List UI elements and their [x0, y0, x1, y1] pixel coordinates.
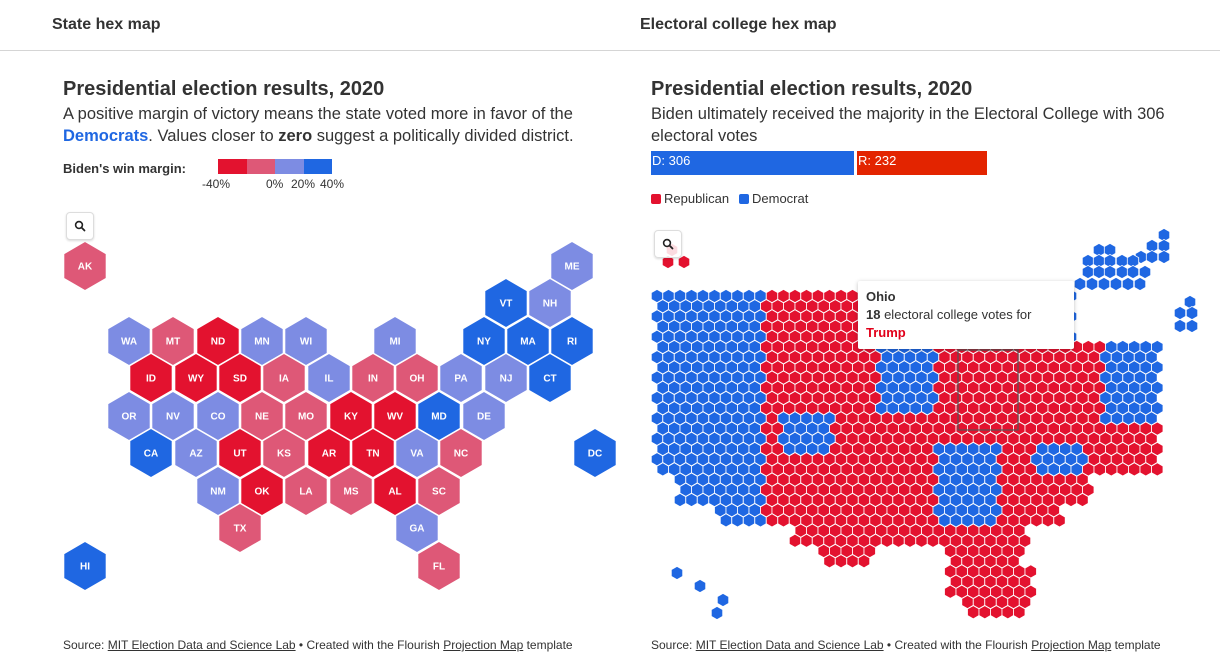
ec-vote-hex[interactable]: [696, 492, 710, 508]
template-link[interactable]: Projection Map: [443, 638, 523, 652]
ec-vote-hex[interactable]: [1157, 249, 1171, 265]
tooltip-votes: 18: [866, 307, 881, 322]
source-prefix: Source:: [63, 638, 108, 652]
ec-vote-hex[interactable]: [673, 492, 687, 508]
ec-vote-hex-hawaii[interactable]: [670, 565, 684, 581]
ec-vote-hex[interactable]: [1103, 264, 1117, 280]
ec-vote-hex[interactable]: [1085, 276, 1099, 292]
ec-vote-hex[interactable]: [1081, 264, 1095, 280]
ec-vote-hex[interactable]: [1183, 294, 1197, 310]
ec-vote-hex[interactable]: [1064, 492, 1078, 508]
ec-vote-hex[interactable]: [1126, 264, 1140, 280]
ec-vote-hex[interactable]: [1001, 605, 1014, 620]
ec-vote-hex[interactable]: [765, 513, 779, 528]
tooltip-winner: Trump: [866, 325, 906, 340]
ec-vote-hex[interactable]: [926, 533, 940, 548]
ec-vote-hex[interactable]: [1133, 276, 1147, 292]
ec-vote-hex[interactable]: [1128, 462, 1141, 477]
tooltip-text: electoral college votes for: [880, 307, 1032, 322]
ec-vote-hex[interactable]: [1185, 305, 1199, 321]
ec-vote-hex[interactable]: [719, 513, 733, 528]
ec-vote-hex[interactable]: [1030, 513, 1043, 528]
ec-vote-hex[interactable]: [915, 533, 928, 548]
ec-vote-hex[interactable]: [731, 513, 744, 528]
ec-vote-hex[interactable]: [1121, 276, 1135, 292]
ec-vote-hex[interactable]: [1138, 264, 1152, 280]
ec-vote-hex[interactable]: [903, 533, 917, 548]
ec-vote-hex[interactable]: [846, 554, 859, 569]
ec-vote-hex[interactable]: [1116, 462, 1129, 477]
ec-vote-hex[interactable]: [788, 533, 802, 548]
ec-vote-hex[interactable]: [1173, 305, 1187, 321]
zoom-button-right[interactable]: [654, 230, 682, 258]
template-link[interactable]: Projection Map: [1031, 638, 1111, 652]
source-link[interactable]: MIT Election Data and Science Lab: [108, 638, 296, 652]
ec-vote-hex-hawaii[interactable]: [710, 605, 724, 621]
ec-vote-hex[interactable]: [685, 492, 698, 508]
ec-vote-hex[interactable]: [1092, 264, 1106, 280]
ec-vote-hex-hawaii[interactable]: [716, 592, 730, 608]
ec-vote-hex[interactable]: [1041, 513, 1055, 528]
ec-vote-hex[interactable]: [1145, 249, 1159, 265]
ec-vote-hex[interactable]: [1076, 492, 1089, 508]
ec-vote-hex[interactable]: [892, 533, 905, 548]
ec-vote-hex[interactable]: [1173, 318, 1187, 334]
ec-vote-hex[interactable]: [834, 554, 848, 569]
source-prefix: Source:: [651, 638, 696, 652]
ec-vote-hex[interactable]: [1185, 318, 1199, 334]
tooltip-state-name: Ohio: [866, 289, 896, 304]
source-mid: • Created with the Flourish: [295, 638, 444, 652]
source-mid: • Created with the Flourish: [883, 638, 1032, 652]
ec-vote-hex[interactable]: [1105, 462, 1118, 477]
source-link[interactable]: MIT Election Data and Science Lab: [696, 638, 884, 652]
ec-vote-hex-hawaii[interactable]: [693, 578, 707, 594]
ec-vote-hex[interactable]: [1139, 462, 1152, 477]
ec-vote-hex[interactable]: [1115, 264, 1129, 280]
ec-vote-hex[interactable]: [1013, 605, 1026, 620]
ec-vote-hex[interactable]: [754, 513, 767, 528]
ec-vote-hex[interactable]: [978, 605, 991, 620]
source-note: Source: MIT Election Data and Science La…: [63, 638, 573, 652]
ec-vote-hex[interactable]: [1093, 462, 1106, 477]
ec-vote-hex[interactable]: [857, 554, 871, 569]
ec-vote-hex[interactable]: [656, 462, 669, 477]
ec-vote-hex[interactable]: [823, 554, 836, 569]
ec-vote-hex[interactable]: [1073, 276, 1087, 292]
ec-vote-hex[interactable]: [967, 605, 980, 620]
ec-vote-hex[interactable]: [944, 584, 957, 599]
magnifier-icon: [662, 238, 674, 250]
source-suffix: template: [1111, 638, 1161, 652]
state-tooltip: Ohio 18 electoral college votes for Trum…: [858, 281, 1074, 349]
ec-vote-hex[interactable]: [1109, 276, 1123, 292]
ec-vote-hex[interactable]: [1151, 462, 1164, 477]
ec-vote-hex[interactable]: [1053, 513, 1066, 528]
ec-vote-hex[interactable]: [990, 605, 1003, 620]
ec-vote-hex[interactable]: [1097, 276, 1111, 292]
source-note-ec: Source: MIT Election Data and Science La…: [651, 638, 1161, 652]
source-suffix: template: [523, 638, 573, 652]
ec-vote-hex[interactable]: [800, 533, 813, 548]
ec-vote-hex[interactable]: [777, 513, 790, 528]
ec-vote-hex[interactable]: [880, 533, 894, 548]
ec-vote-hex[interactable]: [742, 513, 756, 528]
tooltip-votes-line: 18 electoral college votes for: [866, 306, 1066, 324]
